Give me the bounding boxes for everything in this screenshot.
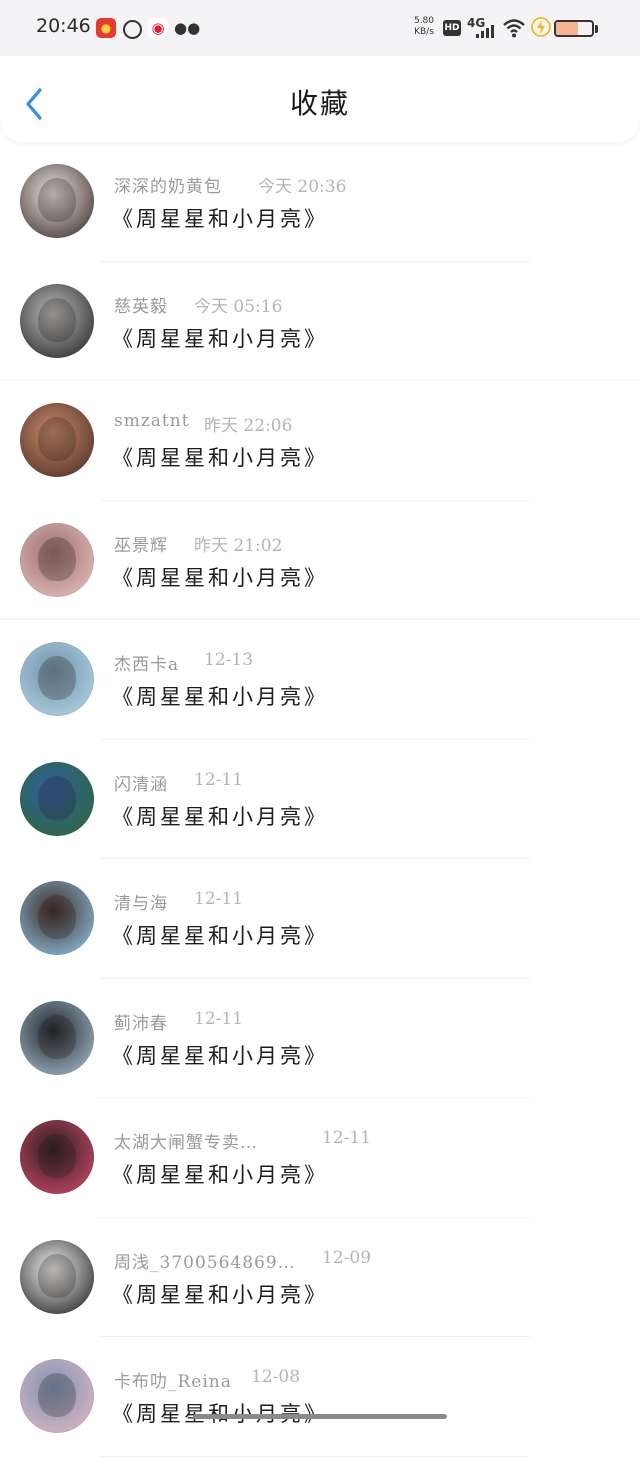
wifi-icon: [503, 19, 525, 38]
net-speed: 5.80 KB/s: [410, 16, 438, 38]
home-indicator[interactable]: [193, 1414, 447, 1419]
avatar-figure: [38, 1253, 76, 1298]
item-time: 12-11: [194, 769, 244, 790]
item-time: 12-11: [194, 1008, 244, 1029]
list-item[interactable]: 巫景辉 昨天 21:02 《周星星和小月亮》: [0, 501, 640, 620]
favorites-list: 深深的奶黄包 今天 20:36 《周星星和小月亮》 慈英毅 今天 05:16 《周星星和小…: [0, 142, 640, 1457]
list-item[interactable]: 闪清涵 12-11 《周星星和小月亮》: [0, 740, 640, 859]
list-item[interactable]: 周浅_3700564869… 12-09 《周星星和小月亮》: [0, 1218, 640, 1337]
avatar-figure: [38, 1014, 76, 1059]
avatar-figure: [38, 895, 76, 939]
item-time: 12-08: [251, 1367, 301, 1387]
list-item[interactable]: 蓟沛春 12-11 《周星星和小月亮》: [0, 979, 640, 1098]
app-badge-icon: ●: [96, 18, 116, 38]
item-time: 今天 05:16: [194, 296, 283, 317]
avatar[interactable]: [20, 1120, 94, 1194]
list-item[interactable]: 慈英毅 今天 05:16 《周星星和小月亮》: [0, 262, 640, 381]
list-item[interactable]: smzatnt 昨天 22:06 《周星星和小月亮》: [0, 381, 640, 501]
avatar-figure: [38, 178, 76, 222]
item-time: 昨天 21:02: [194, 535, 283, 556]
avatar-figure: [38, 297, 76, 342]
work-title[interactable]: 《周星星和小月亮》: [112, 442, 328, 472]
weibo-icon: ◉: [148, 18, 168, 38]
work-title[interactable]: 《周星星和小月亮》: [112, 801, 328, 831]
avatar-figure: [38, 1373, 76, 1417]
avatar-figure: [38, 775, 76, 820]
list-item[interactable]: 太湖大闸蟹专卖… 12-11 《周星星和小月亮》: [0, 1098, 640, 1218]
status-bar: 20:46 ● ◉ ●● 5.80 KB/s HD 4G: [0, 0, 640, 56]
avatar[interactable]: [20, 1239, 94, 1314]
avatar[interactable]: [20, 761, 94, 836]
username[interactable]: 巫景辉: [114, 531, 168, 556]
work-title[interactable]: 《周星星和小月亮》: [112, 1279, 328, 1309]
username[interactable]: 清与海: [114, 889, 168, 914]
avatar-figure: [38, 536, 76, 581]
username[interactable]: 太湖大闸蟹专卖…: [114, 1128, 258, 1153]
avatar[interactable]: [20, 164, 94, 238]
avatar[interactable]: [20, 283, 94, 358]
avatar[interactable]: [20, 881, 94, 955]
work-title[interactable]: 《周星星和小月亮》: [112, 562, 328, 592]
list-item[interactable]: 深深的奶黄包 今天 20:36 《周星星和小月亮》: [0, 142, 640, 262]
sync-icon: [123, 20, 142, 39]
net-speed-unit: KB/s: [414, 27, 434, 37]
status-time: 20:46: [36, 15, 91, 37]
avatar-figure: [38, 656, 76, 700]
username[interactable]: smzatnt: [114, 411, 190, 431]
item-time: 12-09: [322, 1247, 372, 1268]
work-title[interactable]: 《周星星和小月亮》: [112, 323, 328, 353]
work-title[interactable]: 《周星星和小月亮》: [112, 1398, 328, 1428]
item-time: 12-11: [322, 1128, 372, 1148]
avatar[interactable]: [20, 642, 94, 716]
username[interactable]: 卡布叻_Reina: [114, 1367, 232, 1392]
username[interactable]: 慈英毅: [114, 292, 168, 317]
divider: [100, 1455, 530, 1457]
battery-tip: [595, 25, 598, 33]
work-title[interactable]: 《周星星和小月亮》: [112, 920, 328, 950]
item-time: 昨天 22:06: [204, 416, 293, 436]
header: 收藏: [0, 56, 640, 142]
item-time: 12-11: [194, 889, 244, 909]
avatar-figure: [38, 1134, 76, 1178]
wechat-icon: ●●: [174, 19, 201, 37]
battery-level: [556, 22, 579, 35]
item-time: 今天 20:36: [258, 177, 347, 197]
work-title[interactable]: 《周星星和小月亮》: [112, 1040, 328, 1070]
avatar[interactable]: [20, 403, 94, 477]
list-item[interactable]: 杰西卡a 12-13 《周星星和小月亮》: [0, 620, 640, 740]
work-title[interactable]: 《周星星和小月亮》: [112, 681, 328, 711]
work-title[interactable]: 《周星星和小月亮》: [112, 1159, 328, 1189]
username[interactable]: 杰西卡a: [114, 650, 179, 675]
avatar[interactable]: [20, 522, 94, 597]
list-item[interactable]: 卡布叻_Reina 12-08 《周星星和小月亮》: [0, 1337, 640, 1457]
username[interactable]: 闪清涵: [114, 770, 168, 795]
username[interactable]: 蓟沛春: [114, 1009, 168, 1034]
avatar-figure: [38, 417, 76, 461]
hd-badge: HD: [443, 20, 461, 36]
username[interactable]: 周浅_3700564869…: [114, 1248, 296, 1273]
list-item[interactable]: 清与海 12-11 《周星星和小月亮》: [0, 859, 640, 979]
battery-icon: [554, 20, 594, 37]
work-title[interactable]: 《周星星和小月亮》: [112, 203, 328, 233]
username[interactable]: 深深的奶黄包: [114, 172, 222, 197]
item-time: 12-13: [204, 650, 254, 670]
signal-icon: [474, 24, 496, 38]
net-speed-value: 5.80: [413, 16, 435, 26]
avatar[interactable]: [20, 1000, 94, 1075]
charging-icon: [531, 17, 551, 37]
page-title: 收藏: [289, 87, 350, 120]
